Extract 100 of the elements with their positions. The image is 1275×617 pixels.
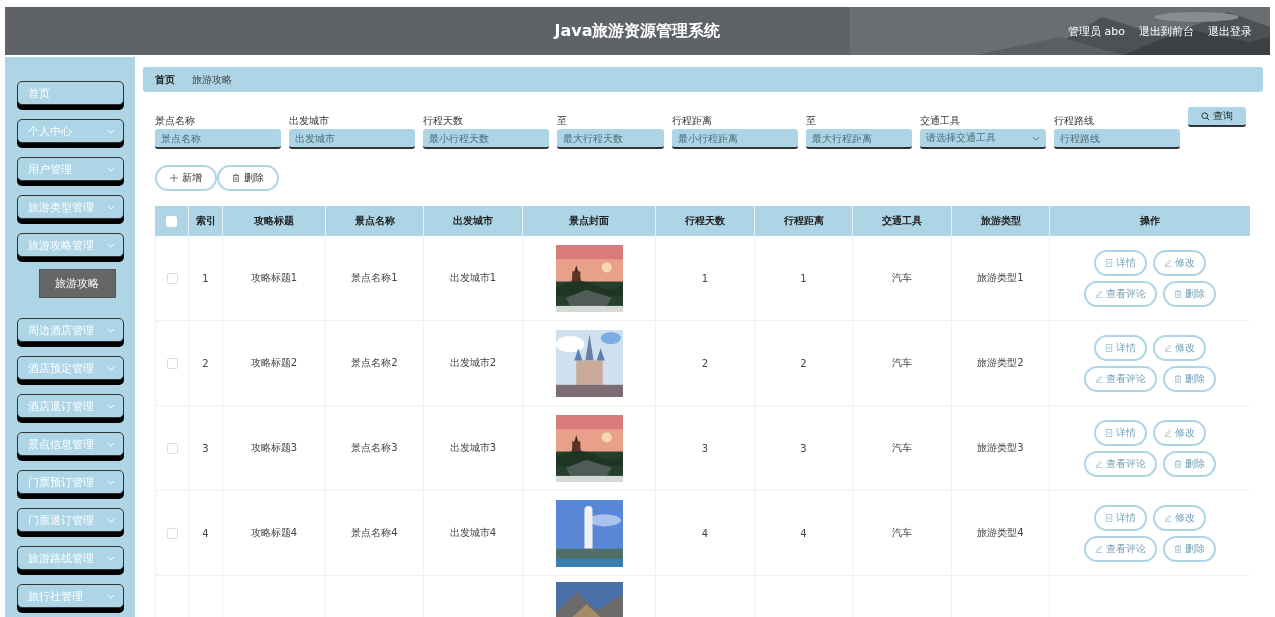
toolbar-button[interactable]: 删除 [217,165,279,191]
filter-label: 行程天数 [423,114,464,128]
chevron-icon [106,365,115,371]
action-button[interactable]: 修改 [1153,504,1206,531]
document-icon [1105,513,1113,522]
table-cell: 3 [202,442,209,454]
pencil-icon [1095,289,1103,298]
table-cell: 旅游类型3 [977,441,1024,455]
table-cell: 景点名称3 [351,441,398,455]
trash-icon [232,174,240,182]
filter-label: 至 [557,114,568,128]
chevron-icon [106,403,115,409]
filter-label: 行程距离 [672,114,713,128]
table-cell: 汽车 [892,356,912,370]
table-cell: 景点名称1 [351,271,398,285]
column-header: 交通工具 [882,214,922,228]
header-link[interactable]: 退出登录 [1208,23,1252,39]
pencil-icon [1164,258,1172,267]
toolbar-button[interactable]: 新增 [155,165,217,191]
input-field[interactable]: 最大行程距离 [806,129,912,149]
chevron-icon [106,517,115,523]
input-field[interactable]: 出发城市 [289,129,415,149]
breadcrumb-item[interactable]: 首页 [155,72,175,87]
chevron-icon [106,204,115,210]
document-icon [1105,428,1113,437]
table-cell: 4 [800,527,807,539]
action-button[interactable]: 详情 [1094,419,1147,446]
table-cell: 3 [800,442,807,454]
pencil-icon [1095,374,1103,383]
document-icon [1105,343,1113,352]
trash-icon [1174,544,1182,553]
column-header: 景点名称 [354,214,395,228]
table-cell: 攻略标题1 [250,271,298,285]
input-field[interactable]: 景点名称 [155,129,281,149]
search-button[interactable]: 查询 [1188,107,1246,127]
table-cell: 汽车 [892,441,912,455]
table-cell: 旅游类型4 [977,526,1024,540]
checkbox[interactable] [166,442,178,454]
action-button[interactable]: 修改 [1153,249,1206,276]
table-cell: 3 [701,442,709,454]
table-cell: 2 [701,357,709,369]
action-button[interactable]: 删除 [1163,280,1216,307]
input-field[interactable]: 最小行程天数 [423,129,549,149]
column-header: 行程天数 [685,214,725,228]
action-button[interactable]: 修改 [1153,419,1206,446]
action-button[interactable]: 删除 [1163,535,1216,562]
table-cell: 旅游类型1 [977,271,1024,285]
table-cell: 攻略标题2 [250,356,298,370]
chevron-icon [106,593,115,599]
header-link[interactable]: 退出到前台 [1139,23,1194,39]
document-icon [1105,258,1113,267]
column-header: 景点封面 [569,214,609,228]
chevron-icon [106,441,115,447]
column-header: 旅游类型 [980,214,1021,228]
table-cell: 旅游类型2 [977,356,1024,370]
pencil-icon [1164,343,1172,352]
input-field[interactable]: 最小行程距离 [672,129,798,149]
action-button[interactable]: 查看评论 [1084,280,1157,307]
column-header: 行程距离 [783,214,824,228]
table-cell: 出发城市1 [449,271,497,285]
table-cell: 汽车 [892,526,912,540]
plus-icon [170,174,178,182]
breadcrumb-item: 旅游攻略 [192,72,232,87]
chevron-icon [106,242,115,248]
input-field[interactable]: 最大行程天数 [557,129,664,149]
checkbox[interactable] [166,527,178,539]
action-button[interactable]: 详情 [1094,334,1147,361]
trash-icon [1174,374,1182,383]
table-cell: 攻略标题3 [250,441,298,455]
table-cell: 汽车 [892,271,912,285]
chevron-icon [106,128,115,134]
checkbox[interactable] [166,272,178,284]
column-header: 攻略标题 [254,214,294,228]
filter-label: 交通工具 [920,114,961,128]
table-cell: 1 [800,272,807,284]
select-field[interactable]: 请选择交通工具 [920,129,1046,149]
column-header: 索引 [195,214,216,228]
pencil-icon [1164,513,1172,522]
pencil-icon [1164,428,1172,437]
action-button[interactable]: 删除 [1163,365,1216,392]
submenu-item[interactable]: 旅游攻略 [38,269,116,298]
filter-label: 景点名称 [155,114,196,128]
checkbox[interactable] [166,357,178,369]
trash-icon [1174,289,1182,298]
action-button[interactable]: 查看评论 [1084,535,1157,562]
action-button[interactable]: 修改 [1153,334,1206,361]
table-cell: 出发城市4 [449,526,497,540]
table-cell: 2 [800,357,807,369]
action-button[interactable]: 详情 [1094,504,1147,531]
action-button[interactable]: 详情 [1094,249,1147,276]
input-field[interactable]: 行程路线 [1054,129,1180,149]
table-cell: 2 [202,357,209,369]
filter-label: 行程路线 [1054,114,1095,128]
action-button[interactable]: 查看评论 [1084,365,1157,392]
search-icon [1201,111,1210,121]
user-label: 管理员 abo [1068,23,1125,39]
action-button[interactable]: 删除 [1163,450,1216,477]
action-button[interactable]: 查看评论 [1084,450,1157,477]
chevron-icon [106,327,115,333]
table-cell: 1 [202,272,209,284]
